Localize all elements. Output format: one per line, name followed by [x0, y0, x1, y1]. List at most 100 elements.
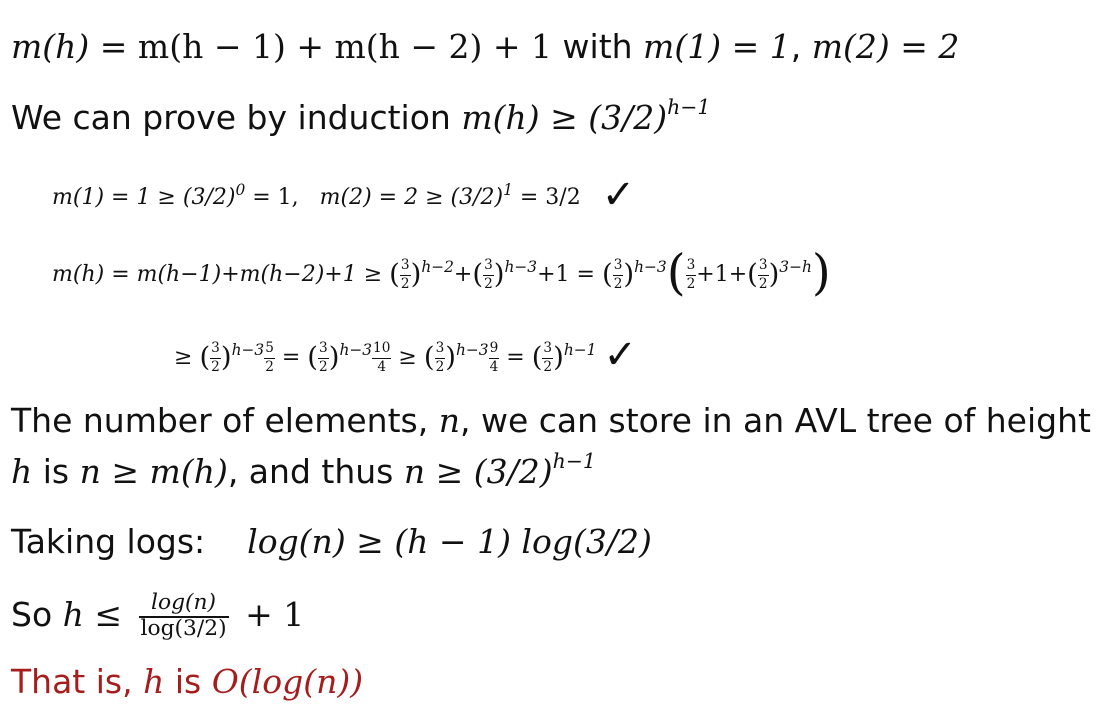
frac-three-halves: 32: [542, 341, 554, 375]
recurrence-rhs: = m(h − 1) + m(h − 2) + 1: [89, 27, 553, 66]
geq-sign: ≥: [174, 345, 193, 370]
h-leq: h ≤: [62, 594, 123, 634]
exp-h-minus-3: h−3: [339, 340, 373, 359]
avl-elements-line: The number of elements, n, we can store …: [11, 401, 1091, 441]
slide: m(h) = m(h − 1) + m(h − 2) + 1 with m(1)…: [0, 0, 1113, 712]
frac-den: 2: [400, 275, 410, 292]
base-case-a-lhs: m(1) = 1 ≥ (3/2): [52, 185, 236, 210]
frac-den: 2: [211, 358, 220, 375]
frac-three-halves: 32: [399, 258, 411, 292]
frac-three-halves: 32: [483, 258, 494, 291]
frac-num: 3: [685, 258, 697, 276]
avl-bound-line: h is n ≥ m(h), and thus n ≥ (3/2)h−1: [11, 449, 596, 496]
base-case-a-tail: = 1,: [245, 185, 299, 210]
exp-h-minus-3: h−3: [504, 257, 538, 276]
exp-3-minus-h: 3−h: [779, 257, 812, 276]
conclusion-line: That is, h is O(log(n)): [11, 662, 363, 702]
frac-three-halves: 32: [318, 341, 329, 375]
base-case-line: m(1) = 1 ≥ (3/2)0 = 1, m(2) = 2 ≥ (3/2)1…: [52, 175, 635, 215]
avl-text-a: The number of elements,: [11, 401, 429, 440]
is-text: is: [174, 662, 202, 701]
inductive-step-lhs: m(h) = m(h−1)+m(h−2)+1 ≥: [52, 262, 383, 287]
inductive-step-continuation: ≥ (3 2)h−3 5 2 = (3 2)h−3 10 4 ≥ (3 2)h−3 9 4 = (…: [174, 332, 637, 378]
exp-h-minus-3: h−3: [634, 257, 667, 276]
frac-den: 2: [613, 275, 623, 292]
frac-three-halves: 32: [434, 341, 446, 375]
frac-num: 3: [318, 341, 329, 359]
n-geq-pow-exp: h−1: [552, 449, 596, 474]
frac-den: 2: [543, 358, 553, 375]
exp-h-minus-1: h−1: [563, 340, 597, 359]
is-text: is: [42, 452, 70, 491]
frac-num: 3: [434, 341, 446, 359]
exp-h-minus-3: h−3: [455, 340, 489, 359]
frac-den: 2: [319, 358, 328, 375]
comma-sep: ,: [790, 27, 802, 66]
so-text: So: [11, 594, 53, 634]
frac-ten-fourths: 10 4: [372, 341, 392, 375]
frac-num: 3: [542, 341, 554, 359]
log-fraction: log(n) log(3/2): [138, 591, 229, 641]
frac-num: 5: [264, 341, 275, 359]
eq-sign: =: [506, 345, 525, 370]
base-case-a-exp: 0: [235, 180, 246, 199]
big-o: O(log(n)): [211, 662, 364, 701]
frac-three-halves: 32: [612, 258, 624, 292]
exp-h-minus-3: h−3: [231, 340, 265, 359]
log-inequality: log(n) ≥ (h − 1) log(3/2): [247, 522, 652, 561]
frac-num: 3: [399, 258, 411, 276]
frac-num: 3: [483, 258, 494, 276]
var-h: h: [11, 452, 33, 491]
eq-sign: =: [281, 345, 301, 370]
base-case-b-tail: = 3/2: [512, 185, 581, 210]
plus-one-plus: +1+: [696, 262, 748, 287]
h-bound-line: So h ≤ log(n) log(3/2) + 1: [11, 591, 305, 641]
frac-five-halves: 52: [264, 341, 275, 375]
plus-one-eq: +1 =: [537, 262, 595, 287]
inductive-step-line: m(h) = m(h−1)+m(h−2)+1 ≥ (3 2)h−2+(3 2)h−3…: [52, 244, 831, 301]
plus-one: + 1: [245, 594, 305, 634]
with-text: with: [562, 27, 633, 66]
base-m2: m(2) = 2: [811, 27, 960, 66]
plus-sign: +: [453, 262, 473, 287]
n-geq-mh: n ≥ m(h): [79, 452, 228, 491]
frac-num: 3: [612, 258, 624, 276]
frac-den: 2: [758, 275, 768, 292]
frac-num: 3: [210, 341, 221, 359]
n-geq-pow-base: n ≥ (3/2): [403, 452, 553, 491]
checkmark-icon: ✓: [601, 172, 636, 218]
frac-den: 2: [265, 358, 274, 375]
base-case-a: m(1) = 1 ≥ (3/2)0 = 1,: [52, 181, 299, 210]
frac-num: 3: [757, 258, 769, 276]
avl-text-b: , we can store in an AVL tree of height: [459, 401, 1091, 440]
induction-claim-line: We can prove by induction m(h) ≥ (3/2)h−…: [11, 95, 711, 142]
var-n: n: [438, 401, 460, 440]
frac-den: 4: [489, 358, 499, 375]
taking-logs-text: Taking logs:: [11, 522, 206, 561]
var-h: h: [143, 662, 165, 701]
frac-num: 9: [488, 341, 500, 359]
frac-den: 4: [377, 358, 387, 375]
base-case-b-lhs: m(2) = 2 ≥ (3/2): [319, 185, 504, 210]
and-thus-text: , and thus: [227, 452, 394, 491]
recurrence-lhs: m(h): [11, 27, 90, 66]
base-m1: m(1) = 1: [643, 27, 791, 66]
frac-den: 2: [435, 358, 445, 375]
frac-nine-fourths: 94: [488, 341, 500, 375]
log-fraction-num: log(n): [138, 591, 229, 618]
induction-claim-base: m(h) ≥ (3/2): [461, 98, 668, 137]
frac-three-halves: 32: [685, 258, 697, 292]
geq-sign: ≥: [398, 345, 417, 370]
frac-three-halves: 32: [757, 258, 769, 292]
induction-claim-math: m(h) ≥ (3/2)h−1: [461, 95, 711, 137]
recurrence-line: m(h) = m(h − 1) + m(h − 2) + 1 with m(1)…: [11, 27, 959, 67]
frac-den: 2: [686, 275, 696, 292]
taking-logs-line: Taking logs: log(n) ≥ (h − 1) log(3/2): [11, 522, 652, 562]
base-case-b-exp: 1: [503, 180, 513, 199]
frac-three-halves: 32: [210, 341, 221, 375]
checkmark-icon: ✓: [603, 332, 637, 378]
induction-claim-exponent: h−1: [667, 95, 711, 120]
n-geq-pow: n ≥ (3/2)h−1: [403, 449, 596, 491]
that-is-text: That is,: [11, 662, 133, 701]
exp-h-minus-2: h−2: [421, 257, 454, 276]
